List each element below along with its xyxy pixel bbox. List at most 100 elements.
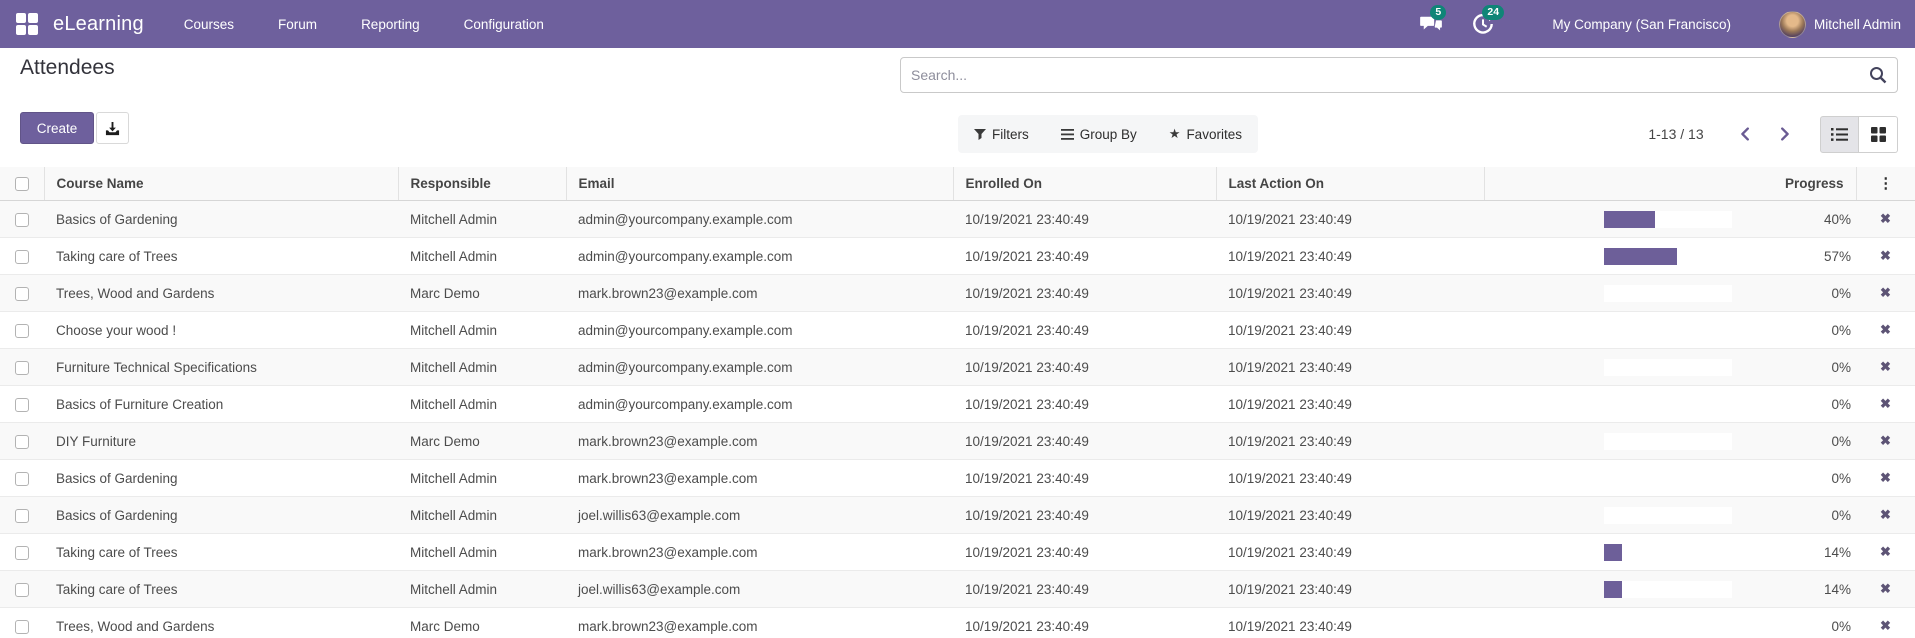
page-title: Attendees bbox=[20, 56, 115, 80]
remove-attendee-icon[interactable]: ✖ bbox=[1880, 211, 1891, 226]
chevron-left-icon bbox=[1737, 125, 1755, 143]
nav-item-reporting[interactable]: Reporting bbox=[361, 17, 420, 32]
last-action-on-cell: 10/19/2021 23:40:49 bbox=[1216, 312, 1484, 349]
column-header-progress[interactable]: Progress bbox=[1484, 167, 1856, 201]
table-row[interactable]: Basics of GardeningMitchell Adminmark.br… bbox=[0, 460, 1915, 497]
remove-attendee-icon[interactable]: ✖ bbox=[1880, 470, 1891, 485]
optional-columns-icon[interactable]: ⋮ bbox=[1878, 175, 1893, 192]
group-by-button[interactable]: Group By bbox=[1045, 115, 1153, 153]
column-header-responsible[interactable]: Responsible bbox=[398, 167, 566, 201]
course-name-cell[interactable]: Furniture Technical Specifications bbox=[44, 349, 398, 386]
course-name-cell[interactable]: DIY Furniture bbox=[44, 423, 398, 460]
activities-badge: 24 bbox=[1482, 5, 1504, 20]
export-button[interactable] bbox=[96, 112, 129, 144]
row-checkbox[interactable] bbox=[15, 472, 29, 486]
filters-label: Filters bbox=[992, 127, 1029, 142]
table-row[interactable]: Basics of GardeningMitchell Adminjoel.wi… bbox=[0, 497, 1915, 534]
app-brand[interactable]: eLearning bbox=[53, 13, 144, 36]
course-name-cell[interactable]: Taking care of Trees bbox=[44, 571, 398, 608]
pager-next-button[interactable] bbox=[1766, 115, 1802, 153]
filters-button[interactable]: Filters bbox=[958, 115, 1045, 153]
create-button[interactable]: Create bbox=[20, 112, 94, 144]
progress-cell: 0% bbox=[1484, 312, 1856, 349]
course-name-cell[interactable]: Choose your wood ! bbox=[44, 312, 398, 349]
last-action-on-cell: 10/19/2021 23:40:49 bbox=[1216, 238, 1484, 275]
view-switcher bbox=[1820, 116, 1898, 153]
kanban-view-button[interactable] bbox=[1859, 116, 1898, 153]
table-row[interactable]: Trees, Wood and GardensMarc Demomark.bro… bbox=[0, 275, 1915, 312]
company-switcher[interactable]: My Company (San Francisco) bbox=[1552, 17, 1731, 32]
column-header-enrolled-on[interactable]: Enrolled On bbox=[953, 167, 1216, 201]
search-icon[interactable] bbox=[1868, 65, 1888, 85]
table-row[interactable]: Choose your wood !Mitchell Adminadmin@yo… bbox=[0, 312, 1915, 349]
course-name-cell[interactable]: Trees, Wood and Gardens bbox=[44, 608, 398, 638]
responsible-cell: Mitchell Admin bbox=[398, 386, 566, 423]
favorites-button[interactable]: ★ Favorites bbox=[1153, 115, 1258, 153]
user-avatar[interactable] bbox=[1779, 11, 1806, 38]
table-row[interactable]: Taking care of TreesMitchell Adminadmin@… bbox=[0, 238, 1915, 275]
row-checkbox[interactable] bbox=[15, 435, 29, 449]
nav-item-forum[interactable]: Forum bbox=[278, 17, 317, 32]
table-row[interactable]: DIY FurnitureMarc Demomark.brown23@examp… bbox=[0, 423, 1915, 460]
progress-percent: 0% bbox=[1732, 508, 1853, 523]
row-checkbox[interactable] bbox=[15, 287, 29, 301]
remove-attendee-icon[interactable]: ✖ bbox=[1880, 396, 1891, 411]
remove-attendee-icon[interactable]: ✖ bbox=[1880, 433, 1891, 448]
last-action-on-cell: 10/19/2021 23:40:49 bbox=[1216, 571, 1484, 608]
remove-attendee-icon[interactable]: ✖ bbox=[1880, 544, 1891, 559]
progress-cell: 0% bbox=[1484, 423, 1856, 460]
remove-attendee-icon[interactable]: ✖ bbox=[1880, 359, 1891, 374]
row-checkbox[interactable] bbox=[15, 250, 29, 264]
row-checkbox[interactable] bbox=[15, 509, 29, 523]
table-row[interactable]: Trees, Wood and GardensMarc Demomark.bro… bbox=[0, 608, 1915, 638]
row-checkbox[interactable] bbox=[15, 398, 29, 412]
course-name-cell[interactable]: Basics of Gardening bbox=[44, 497, 398, 534]
remove-attendee-icon[interactable]: ✖ bbox=[1880, 322, 1891, 337]
column-header-last-action-on[interactable]: Last Action On bbox=[1216, 167, 1484, 201]
enrolled-on-cell: 10/19/2021 23:40:49 bbox=[953, 608, 1216, 638]
row-checkbox[interactable] bbox=[15, 324, 29, 338]
table-row[interactable]: Basics of Furniture CreationMitchell Adm… bbox=[0, 386, 1915, 423]
last-action-on-cell: 10/19/2021 23:40:49 bbox=[1216, 497, 1484, 534]
progress-percent: 0% bbox=[1732, 471, 1853, 486]
remove-attendee-icon[interactable]: ✖ bbox=[1880, 581, 1891, 596]
list-view-button[interactable] bbox=[1820, 116, 1859, 153]
responsible-cell: Mitchell Admin bbox=[398, 534, 566, 571]
course-name-cell[interactable]: Basics of Gardening bbox=[44, 460, 398, 497]
column-header-course-name[interactable]: Course Name bbox=[44, 167, 398, 201]
responsible-cell: Marc Demo bbox=[398, 275, 566, 312]
column-header-email[interactable]: Email bbox=[566, 167, 953, 201]
navbar-right: 5 24 My Company (San Francisco) Mitchell… bbox=[1418, 11, 1915, 38]
course-name-cell[interactable]: Taking care of Trees bbox=[44, 238, 398, 275]
activities-icon[interactable]: 24 bbox=[1470, 12, 1496, 36]
table-row[interactable]: Taking care of TreesMitchell Adminmark.b… bbox=[0, 534, 1915, 571]
apps-menu-icon[interactable] bbox=[16, 13, 38, 35]
nav-item-configuration[interactable]: Configuration bbox=[464, 17, 544, 32]
remove-attendee-icon[interactable]: ✖ bbox=[1880, 507, 1891, 522]
search-input[interactable] bbox=[900, 57, 1898, 93]
remove-attendee-icon[interactable]: ✖ bbox=[1880, 248, 1891, 263]
course-name-cell[interactable]: Trees, Wood and Gardens bbox=[44, 275, 398, 312]
messages-icon[interactable]: 5 bbox=[1418, 12, 1444, 36]
row-checkbox[interactable] bbox=[15, 620, 29, 634]
table-row[interactable]: Furniture Technical SpecificationsMitche… bbox=[0, 349, 1915, 386]
select-all-checkbox[interactable] bbox=[15, 177, 29, 191]
row-checkbox[interactable] bbox=[15, 546, 29, 560]
row-checkbox[interactable] bbox=[15, 213, 29, 227]
remove-attendee-icon[interactable]: ✖ bbox=[1880, 618, 1891, 633]
course-name-cell[interactable]: Basics of Furniture Creation bbox=[44, 386, 398, 423]
kanban-view-icon bbox=[1871, 127, 1886, 142]
row-checkbox[interactable] bbox=[15, 361, 29, 375]
course-name-cell[interactable]: Basics of Gardening bbox=[44, 201, 398, 238]
course-name-cell[interactable]: Taking care of Trees bbox=[44, 534, 398, 571]
row-checkbox[interactable] bbox=[15, 583, 29, 597]
table-row[interactable]: Basics of GardeningMitchell Adminadmin@y… bbox=[0, 201, 1915, 238]
progress-bar bbox=[1604, 396, 1732, 413]
enrolled-on-cell: 10/19/2021 23:40:49 bbox=[953, 497, 1216, 534]
nav-item-courses[interactable]: Courses bbox=[184, 17, 234, 32]
last-action-on-cell: 10/19/2021 23:40:49 bbox=[1216, 386, 1484, 423]
table-row[interactable]: Taking care of TreesMitchell Adminjoel.w… bbox=[0, 571, 1915, 608]
user-menu[interactable]: Mitchell Admin bbox=[1814, 17, 1901, 32]
pager-previous-button[interactable] bbox=[1728, 115, 1764, 153]
remove-attendee-icon[interactable]: ✖ bbox=[1880, 285, 1891, 300]
